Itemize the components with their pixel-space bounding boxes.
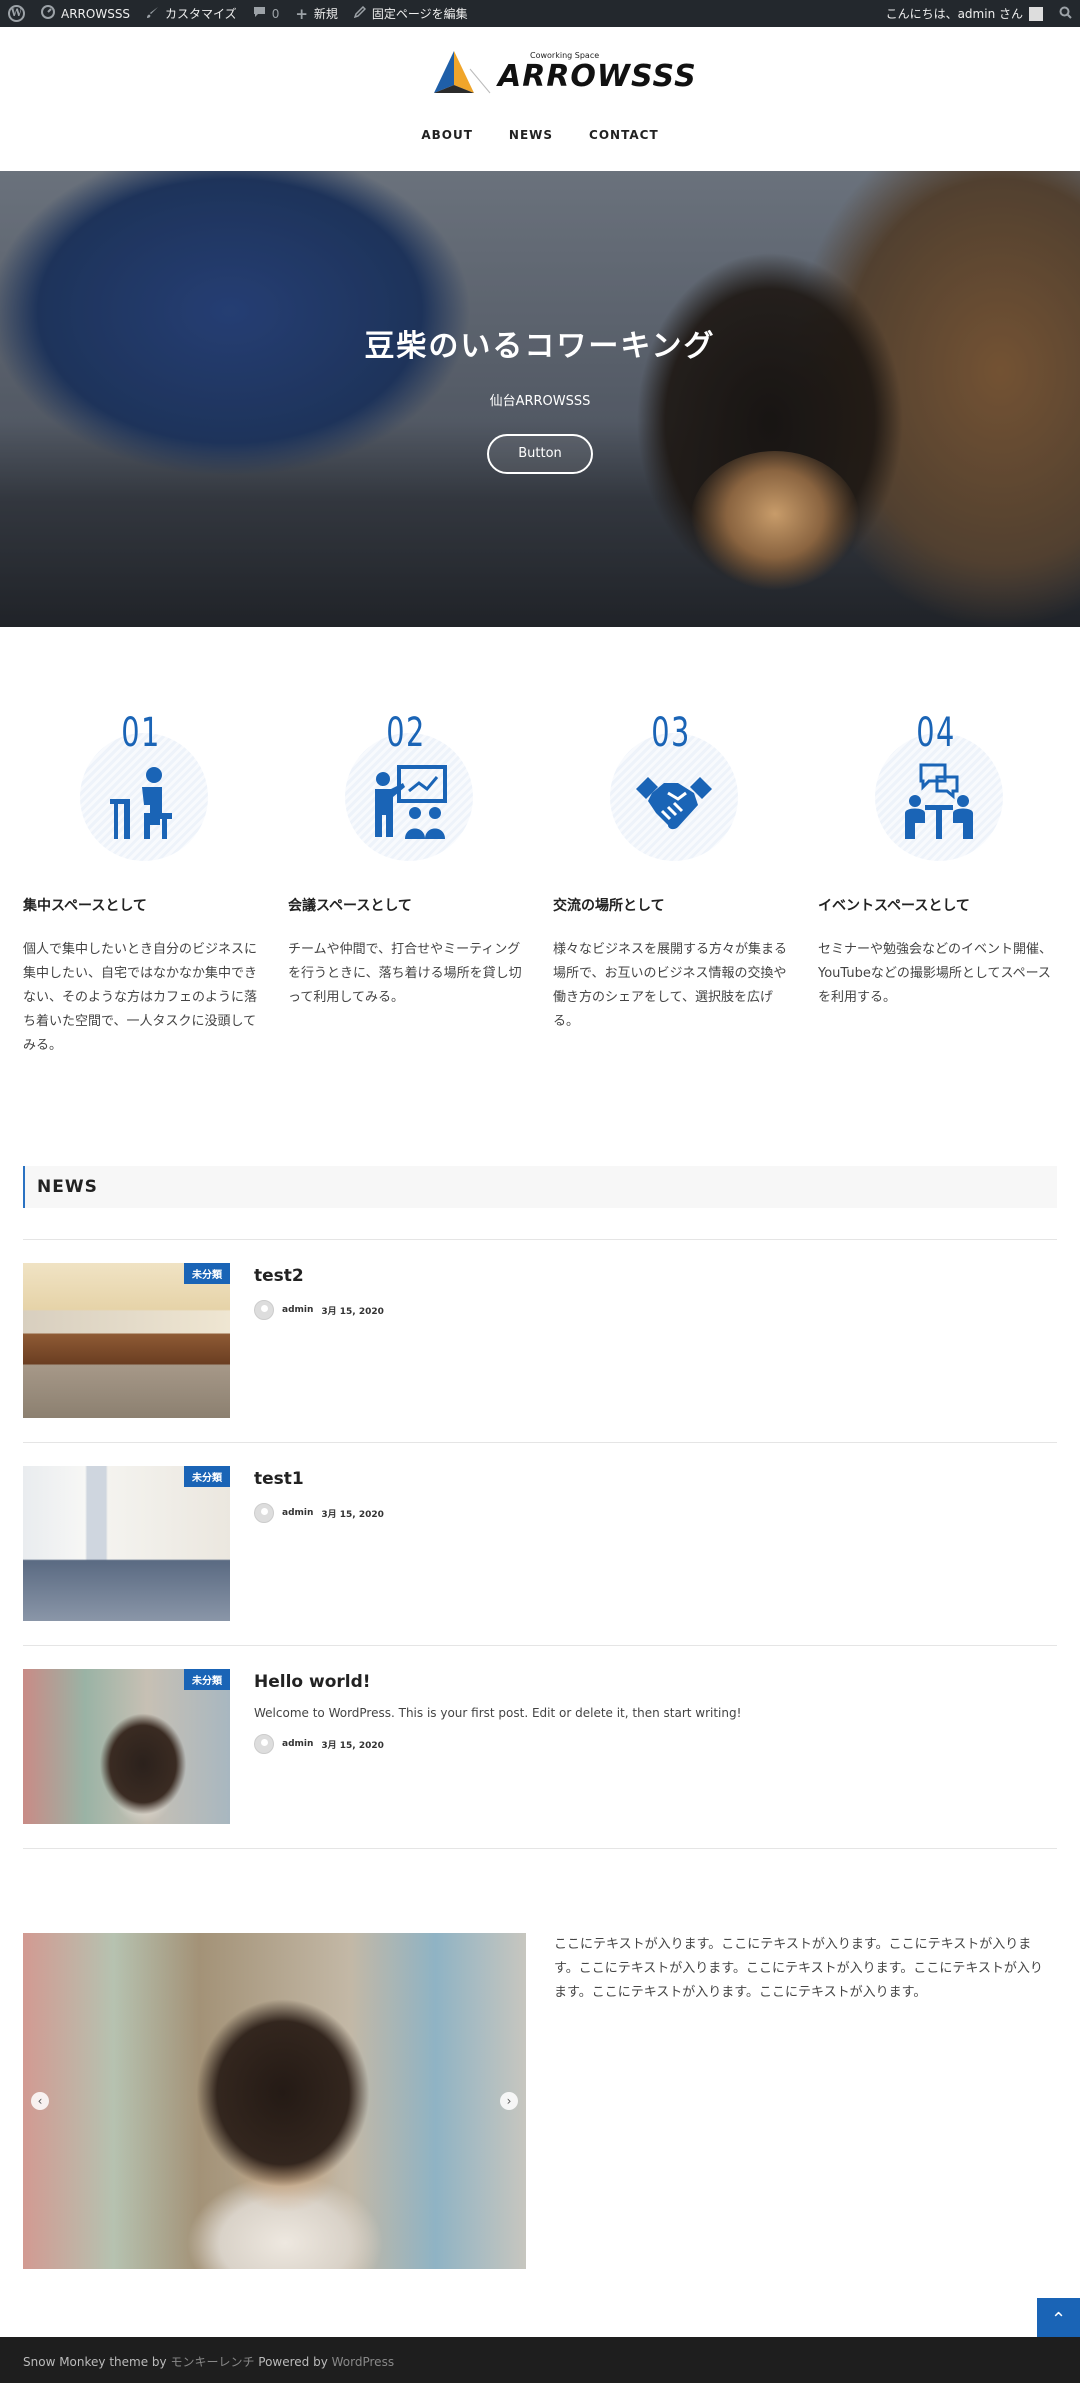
- chevron-left-icon: ‹: [37, 2094, 43, 2108]
- divider: [23, 1239, 1057, 1240]
- feature-number: 03: [651, 710, 691, 756]
- wordpress-logo-button[interactable]: W: [0, 0, 33, 27]
- post-meta: admin 3月 15, 2020: [254, 1503, 384, 1523]
- post-thumbnail[interactable]: 未分類: [23, 1263, 230, 1418]
- post-meta: admin 3月 15, 2020: [254, 1300, 384, 1320]
- post-date: 3月 15, 2020: [321, 1740, 384, 1751]
- post-excerpt: Welcome to WordPress. This is your first…: [254, 1706, 742, 1720]
- hero-button[interactable]: Button: [487, 434, 593, 474]
- theme-author-link[interactable]: モンキーレンチ: [170, 2355, 254, 2369]
- feature-text: 様々なビジネスを展開する方々が集まる場所で、お互いのビジネス情報の交換や働き方の…: [553, 942, 788, 1029]
- hero-section: 豆柴のいるコワーキング 仙台ARROWSSS Button: [0, 171, 1080, 627]
- site-name-menu[interactable]: ARROWSSS: [33, 0, 138, 27]
- site-footer: Snow Monkey theme by モンキーレンチ Powered by …: [0, 2337, 1080, 2383]
- post-thumbnail[interactable]: 未分類: [23, 1466, 230, 1621]
- plus-icon: +: [295, 4, 308, 23]
- footer-powered: Powered by: [254, 2355, 332, 2369]
- feature-number: 02: [386, 710, 426, 756]
- feature-text: チームや仲間で、打合せやミーティングを行うときに、落ち着ける場所を貸し切って利用…: [288, 942, 522, 1005]
- post-thumbnail[interactable]: 未分類: [23, 1669, 230, 1824]
- global-nav: ABOUT NEWS CONTACT: [0, 128, 1080, 142]
- site-name-label: ARROWSSS: [61, 6, 131, 21]
- feature-number: 01: [121, 710, 161, 756]
- comment-icon: [253, 6, 266, 21]
- nav-about[interactable]: ABOUT: [421, 128, 473, 142]
- category-badge[interactable]: 未分類: [184, 1466, 230, 1487]
- news-heading-label: NEWS: [37, 1177, 98, 1197]
- dashboard-icon: [41, 5, 55, 22]
- divider: [23, 1645, 1057, 1646]
- comments-count: 0: [271, 6, 280, 21]
- hero-title: 豆柴のいるコワーキング: [364, 329, 716, 364]
- feature-text: 個人で集中したいとき自分のビジネスに集中したい、自宅ではなかなか集中できない、そ…: [23, 942, 258, 1053]
- divider: [23, 1848, 1057, 1849]
- meeting-chat-icon: [905, 763, 973, 839]
- image-slider: ‹ ›: [23, 1933, 526, 2269]
- wordpress-link[interactable]: WordPress: [332, 2355, 394, 2369]
- divider: [23, 1442, 1057, 1443]
- edit-page-label: 固定ページを編集: [371, 7, 468, 21]
- customize-label: カスタマイズ: [165, 7, 237, 21]
- author-avatar: [254, 1503, 274, 1523]
- feature-number: 04: [916, 710, 956, 756]
- nav-news[interactable]: NEWS: [509, 128, 553, 142]
- category-badge[interactable]: 未分類: [184, 1263, 230, 1284]
- customize-menu[interactable]: カスタマイズ: [138, 0, 245, 27]
- hero-subtitle: 仙台ARROWSSS: [489, 394, 591, 409]
- post-date: 3月 15, 2020: [321, 1509, 384, 1520]
- comments-menu[interactable]: 0: [245, 0, 288, 27]
- feature-title: 集中スペースとして: [23, 898, 147, 914]
- post-author: admin: [282, 1739, 314, 1749]
- post-title[interactable]: test1: [254, 1469, 304, 1489]
- avatar: [1029, 6, 1043, 21]
- copyright: Snow Monkey theme by モンキーレンチ Powered by …: [23, 2353, 394, 2370]
- feature-title: 会議スペースとして: [288, 898, 412, 914]
- arrow-logo-icon: [434, 51, 491, 94]
- post-title[interactable]: test2: [254, 1266, 304, 1286]
- chevron-right-icon: ›: [506, 2094, 512, 2108]
- news-heading: NEWS: [23, 1166, 1057, 1208]
- brush-icon: [146, 6, 159, 22]
- post-date: 3月 15, 2020: [321, 1306, 384, 1317]
- new-label: 新規: [313, 7, 338, 21]
- search-button[interactable]: [1051, 0, 1080, 27]
- pencil-icon: [353, 5, 366, 21]
- category-badge[interactable]: 未分類: [184, 1669, 230, 1690]
- presentation-icon: [375, 765, 447, 839]
- slider-next-button[interactable]: ›: [500, 2092, 518, 2110]
- post-author: admin: [282, 1508, 314, 1518]
- footer-prefix: Snow Monkey theme by: [23, 2355, 171, 2369]
- edit-page-menu[interactable]: 固定ページを編集: [346, 0, 476, 27]
- desk-worker-icon: [110, 767, 172, 839]
- post-meta: admin 3月 15, 2020: [254, 1734, 384, 1754]
- handshake-icon: [636, 777, 712, 830]
- author-avatar: [254, 1300, 274, 1320]
- body-text: ここにテキストが入ります。ここにテキストが入ります。ここにテキストが入ります。こ…: [554, 1937, 1043, 2000]
- feature-title: イベントスペースとして: [818, 898, 970, 914]
- chevron-up-icon: ⌃: [1050, 2309, 1067, 2330]
- site-logo[interactable]: Coworking Space ARROWSSS: [430, 47, 696, 97]
- feature-title: 交流の場所として: [553, 898, 665, 914]
- page-top-button[interactable]: ⌃: [1037, 2298, 1080, 2341]
- wordpress-icon: W: [8, 5, 25, 22]
- author-avatar: [254, 1734, 274, 1754]
- my-account-menu[interactable]: こんにちは、admin さん: [878, 0, 1051, 27]
- post-title[interactable]: Hello world!: [254, 1672, 371, 1692]
- search-icon: [1059, 6, 1072, 22]
- new-content-menu[interactable]: + 新規: [287, 0, 346, 27]
- slider-prev-button[interactable]: ‹: [31, 2092, 49, 2110]
- greeting-label: こんにちは、admin さん: [885, 7, 1023, 21]
- logo-text: ARROWSSS: [498, 59, 697, 94]
- admin-bar: W ARROWSSS カスタマイズ 0 + 新規 固定ページを編集 こんにちは、…: [0, 0, 1080, 27]
- post-author: admin: [282, 1305, 314, 1315]
- site-header: Coworking Space ARROWSSS ABOUT NEWS CONT…: [0, 27, 1080, 171]
- feature-text: セミナーや勉強会などのイベント開催、YouTubeなどの撮影場所としてスペースを…: [818, 942, 1053, 1005]
- nav-contact[interactable]: CONTACT: [589, 128, 659, 142]
